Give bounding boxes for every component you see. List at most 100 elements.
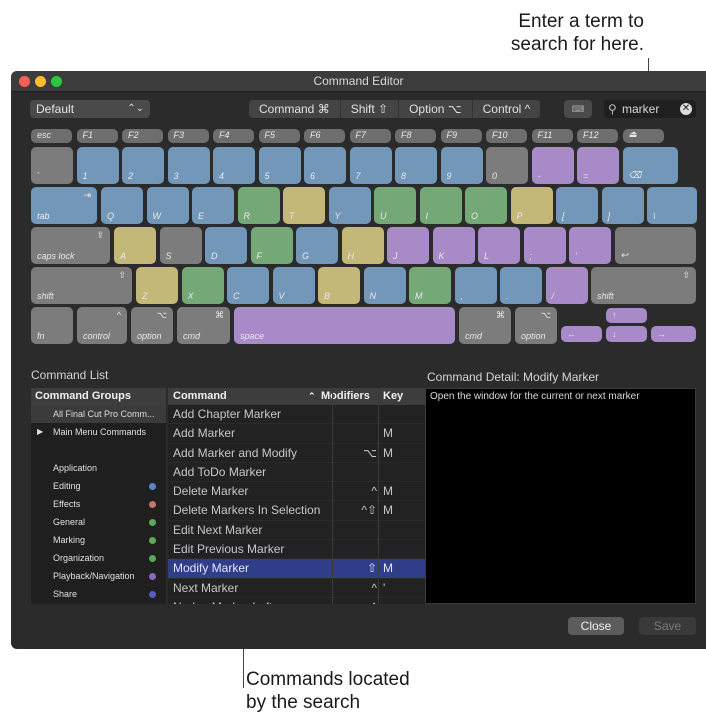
key-i[interactable]: I bbox=[419, 187, 462, 224]
key-right-shift[interactable]: shift ⇧ bbox=[591, 267, 696, 304]
key-11[interactable]: - bbox=[531, 147, 574, 184]
search-input[interactable]: marker bbox=[622, 100, 659, 118]
key-13[interactable]: ⌫ bbox=[622, 147, 678, 184]
key-f3[interactable]: F3 bbox=[167, 129, 209, 143]
command-group-item[interactable]: General bbox=[31, 513, 166, 531]
key-2[interactable]: 2 bbox=[122, 147, 164, 184]
key-fn[interactable]: fn bbox=[31, 307, 73, 344]
key-10[interactable]: ; bbox=[523, 227, 566, 264]
key-f7[interactable]: F7 bbox=[349, 129, 391, 143]
key-u[interactable]: U bbox=[374, 187, 416, 224]
key-5[interactable]: B bbox=[318, 267, 360, 304]
key-7[interactable]: 7 bbox=[349, 147, 392, 184]
key-f8[interactable]: F8 bbox=[395, 129, 436, 143]
key-3[interactable]: D bbox=[205, 227, 247, 264]
key-9[interactable]: 9 bbox=[440, 147, 483, 184]
key-e[interactable]: E bbox=[192, 187, 234, 224]
key-7[interactable]: J bbox=[387, 227, 429, 264]
key-8[interactable]: 8 bbox=[395, 147, 437, 184]
command-row[interactable]: Add Marker M bbox=[168, 424, 426, 444]
key-arrow-left[interactable]: ← bbox=[561, 326, 602, 342]
key-1[interactable]: 1 bbox=[76, 147, 119, 184]
command-group-item[interactable]: Editing bbox=[31, 477, 166, 495]
key-0[interactable]: ` bbox=[31, 147, 73, 184]
key-tab[interactable]: tab ⇥ bbox=[31, 187, 97, 224]
key-f12[interactable]: F12 bbox=[577, 129, 618, 143]
key-6[interactable]: N bbox=[363, 267, 406, 304]
disclosure-triangle-icon[interactable]: ▶ bbox=[37, 423, 43, 441]
key-return[interactable]: ↩ bbox=[614, 227, 696, 264]
key-1[interactable]: A bbox=[114, 227, 156, 264]
key-arrow-up[interactable]: ↑ bbox=[606, 308, 647, 323]
key-11[interactable]: ' bbox=[569, 227, 611, 264]
key-2[interactable]: S bbox=[159, 227, 202, 264]
clear-icon[interactable]: ✕ bbox=[680, 103, 692, 115]
command-row[interactable]: Add Marker and Modify ⌥ M bbox=[168, 444, 426, 463]
command-row[interactable]: Edit Next Marker bbox=[168, 521, 426, 541]
key-t[interactable]: T bbox=[283, 187, 325, 224]
command-group-item[interactable]: Playback/Navigation bbox=[31, 567, 166, 585]
key-f1[interactable]: F1 bbox=[76, 129, 118, 143]
command-row[interactable]: Next Marker ^ ' bbox=[168, 579, 426, 598]
key-f11[interactable]: F11 bbox=[531, 129, 573, 143]
key-5[interactable]: G bbox=[296, 227, 338, 264]
keyboard-highlight-button[interactable]: ⌨ bbox=[564, 100, 592, 118]
key-f9[interactable]: F9 bbox=[440, 129, 482, 143]
key-9[interactable]: L bbox=[478, 227, 520, 264]
save-button[interactable]: Save bbox=[639, 617, 696, 635]
key-f4[interactable]: F4 bbox=[213, 129, 254, 143]
command-group-item[interactable]: Organization bbox=[31, 549, 166, 567]
key-q[interactable]: Q bbox=[101, 187, 143, 224]
command-group-item[interactable]: Application bbox=[31, 459, 166, 477]
key-f5[interactable]: F5 bbox=[258, 129, 300, 143]
search-field[interactable]: ⚲ marker ✕ bbox=[604, 100, 696, 118]
key-left-shift[interactable]: shift ⇧ bbox=[31, 267, 132, 304]
key-r[interactable]: R bbox=[237, 187, 280, 224]
key-w[interactable]: W bbox=[146, 187, 189, 224]
command-group-item[interactable]: Share bbox=[31, 585, 166, 603]
key-right-option[interactable]: option ⌥ bbox=[515, 307, 557, 344]
preset-popup[interactable]: Default ⌃⌄ bbox=[30, 100, 150, 118]
key-4[interactable]: F bbox=[250, 227, 293, 264]
key-2[interactable]: X bbox=[181, 267, 224, 304]
command-group-item[interactable]: Effects bbox=[31, 495, 166, 513]
key-8[interactable]: , bbox=[454, 267, 497, 304]
key-6[interactable]: 6 bbox=[304, 147, 346, 184]
command-row[interactable]: Modify Marker ⇧ M bbox=[168, 559, 426, 579]
header-modifiers[interactable]: Modifiers bbox=[321, 388, 377, 405]
key-arrow-down[interactable]: ↓ bbox=[606, 326, 647, 342]
command-row[interactable]: Nudge Marker Left ^, bbox=[168, 598, 426, 604]
key-right-cmd[interactable]: cmd ⌘ bbox=[459, 307, 511, 344]
command-row[interactable]: Add Chapter Marker bbox=[168, 405, 426, 425]
key-][interactable]: ] bbox=[601, 187, 644, 224]
key-space[interactable]: space bbox=[234, 307, 455, 344]
key-p[interactable]: P bbox=[510, 187, 553, 224]
key-⏏[interactable]: ⏏ bbox=[622, 129, 664, 143]
key-caps-lock[interactable]: caps lock ⇪ bbox=[31, 227, 110, 264]
key-\[interactable]: \ bbox=[647, 187, 697, 224]
key-o[interactable]: O bbox=[465, 187, 507, 224]
key-5[interactable]: 5 bbox=[258, 147, 301, 184]
key-10[interactable]: 0 bbox=[486, 147, 528, 184]
command-row[interactable]: Edit Previous Marker bbox=[168, 540, 426, 560]
shift-modifier-button[interactable]: Shift ⇧ bbox=[341, 100, 400, 118]
key-f2[interactable]: F2 bbox=[122, 129, 163, 143]
key-option[interactable]: option ⌥ bbox=[131, 307, 173, 344]
key-control[interactable]: control ^ bbox=[77, 307, 127, 344]
key-8[interactable]: K bbox=[432, 227, 475, 264]
key-4[interactable]: 4 bbox=[213, 147, 255, 184]
command-group-item[interactable]: All Final Cut Pro Comm... bbox=[31, 405, 166, 423]
key-f6[interactable]: F6 bbox=[304, 129, 345, 143]
header-command[interactable]: Command bbox=[173, 388, 227, 405]
key-y[interactable]: Y bbox=[328, 187, 371, 224]
key-3[interactable]: 3 bbox=[167, 147, 210, 184]
key-1[interactable]: Z bbox=[136, 267, 178, 304]
command-row[interactable]: Add ToDo Marker bbox=[168, 463, 426, 483]
close-button[interactable]: Close bbox=[568, 617, 624, 635]
option-modifier-button[interactable]: Option ⌥ bbox=[399, 100, 473, 118]
header-key[interactable]: Key bbox=[383, 388, 403, 405]
key-esc[interactable]: esc bbox=[31, 129, 72, 143]
key-left-cmd[interactable]: cmd ⌘ bbox=[177, 307, 230, 344]
command-group-item[interactable]: ▶ Main Menu Commands bbox=[31, 423, 166, 441]
command-modifier-button[interactable]: Command ⌘ bbox=[249, 100, 341, 118]
